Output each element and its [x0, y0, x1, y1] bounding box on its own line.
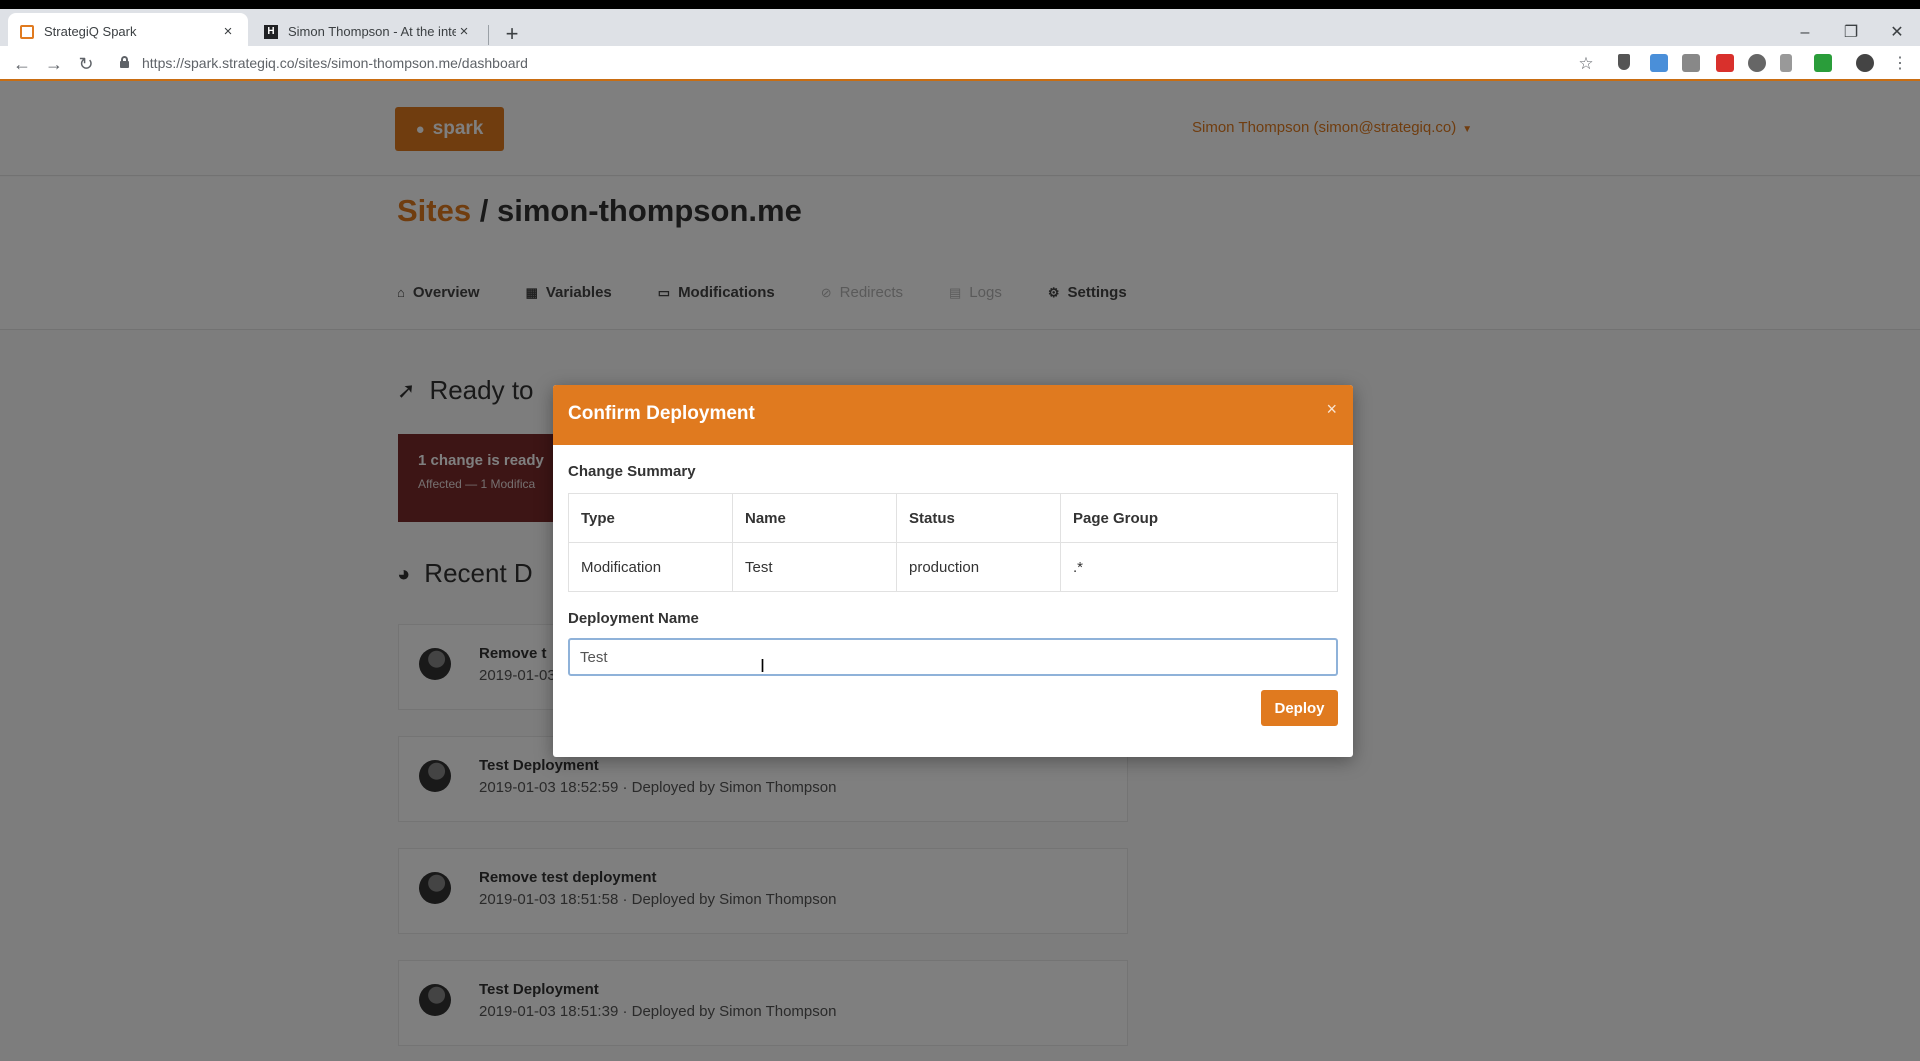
browser-menu-icon[interactable]: ⋮ — [1888, 52, 1912, 76]
window-close-icon[interactable]: ✕ — [1874, 21, 1920, 45]
os-top-bar — [0, 0, 1920, 9]
url-text: https://spark.strategiq.co/sites/simon-t… — [142, 55, 528, 71]
browser-tab-simon[interactable]: H Simon Thompson - At the inters × — [252, 13, 484, 50]
minimize-icon[interactable]: – — [1782, 21, 1828, 45]
cell-page-group: .* — [1060, 542, 1338, 592]
url-field[interactable]: https://spark.strategiq.co/sites/simon-t… — [112, 50, 1592, 77]
extension-icon[interactable] — [1650, 54, 1668, 72]
spark-favicon-icon — [20, 24, 34, 39]
close-tab-icon[interactable]: × — [456, 23, 472, 40]
extension-icon[interactable] — [1814, 54, 1832, 72]
change-summary-label: Change Summary — [568, 463, 696, 480]
profile-avatar[interactable] — [1856, 54, 1874, 72]
extension-icon[interactable] — [1682, 54, 1700, 72]
tab-title: Simon Thompson - At the inters — [288, 24, 456, 39]
text-cursor-icon: I — [760, 656, 766, 676]
lock-icon — [120, 56, 129, 68]
back-icon[interactable]: ← — [10, 52, 34, 76]
extension-icon[interactable] — [1780, 54, 1792, 72]
extension-icon[interactable] — [1618, 54, 1630, 70]
extension-icon[interactable] — [1748, 54, 1766, 72]
close-tab-icon[interactable]: × — [220, 23, 236, 40]
column-header: Page Group — [1060, 493, 1338, 543]
extension-icon[interactable] — [1716, 54, 1734, 72]
new-tab-icon[interactable]: + — [500, 22, 524, 46]
deployment-name-input[interactable] — [568, 638, 1338, 676]
tab-title: StrategiQ Spark — [44, 24, 137, 39]
cell-type: Modification — [568, 542, 733, 592]
browser-tab-spark[interactable]: StrategiQ Spark × — [8, 13, 248, 50]
close-icon[interactable]: × — [1326, 399, 1337, 420]
table-header-row: Type Name Status Page Group — [568, 493, 1338, 543]
confirm-deployment-modal: Confirm Deployment × Change Summary Type… — [553, 385, 1353, 757]
column-header: Status — [896, 493, 1061, 543]
column-header: Type — [568, 493, 733, 543]
cell-status: production — [896, 542, 1061, 592]
restore-icon[interactable]: ❐ — [1828, 21, 1874, 45]
modal-header: Confirm Deployment × — [553, 385, 1353, 445]
change-summary-table: Type Name Status Page Group Modification… — [568, 493, 1338, 592]
deployment-name-label: Deployment Name — [568, 610, 699, 627]
cell-name: Test — [732, 542, 897, 592]
column-header: Name — [732, 493, 897, 543]
address-bar: ← → ↻ https://spark.strategiq.co/sites/s… — [0, 46, 1920, 81]
modal-title: Confirm Deployment — [568, 403, 755, 424]
deploy-button[interactable]: Deploy — [1261, 690, 1338, 726]
browser-tab-strip: StrategiQ Spark × H Simon Thompson - At … — [0, 9, 1920, 50]
forward-icon[interactable]: → — [42, 52, 66, 76]
reload-icon[interactable]: ↻ — [74, 52, 98, 76]
table-row: Modification Test production .* — [568, 542, 1338, 592]
h-favicon-icon: H — [264, 24, 278, 39]
bookmark-star-icon[interactable]: ☆ — [1574, 52, 1598, 76]
tab-separator — [488, 25, 489, 45]
